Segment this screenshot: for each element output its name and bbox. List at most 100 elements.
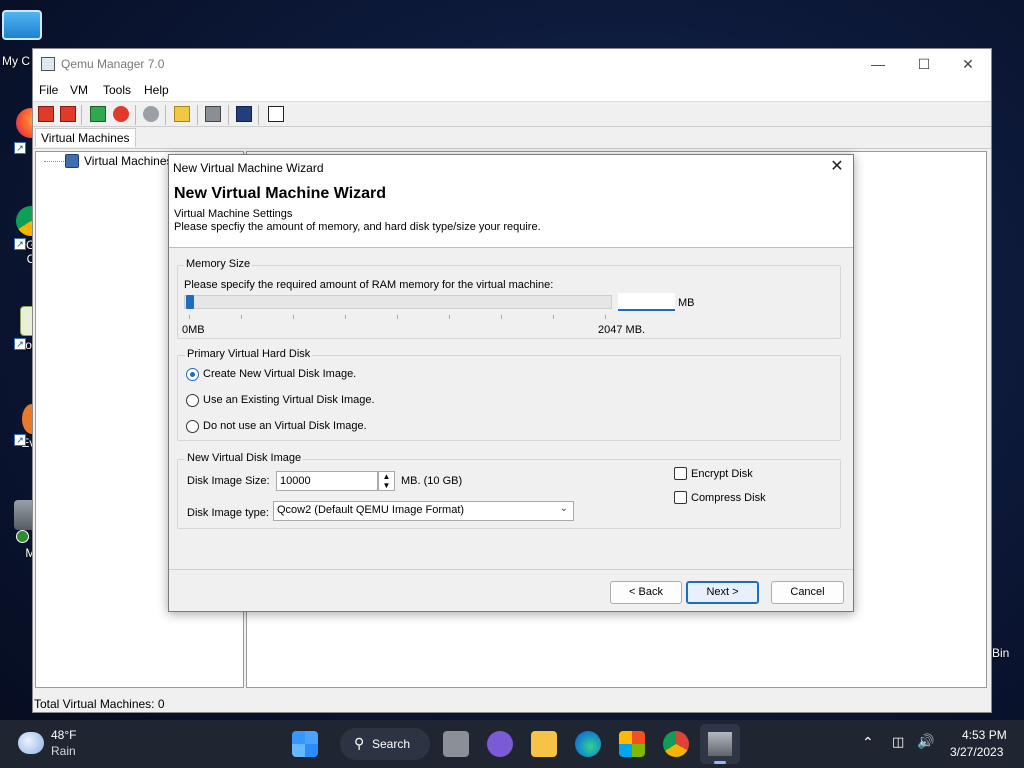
wizard-header: New Virtual Machine Wizard Virtual Machi… <box>169 181 853 248</box>
clock-date[interactable]: 3/27/2023 <box>950 745 1003 759</box>
toolbar-separator <box>228 105 229 125</box>
back-button[interactable]: < Back <box>610 581 682 604</box>
minimize-button[interactable]: — <box>855 49 901 79</box>
radio-button[interactable] <box>186 368 199 381</box>
tree-line <box>44 161 64 162</box>
maximize-button[interactable]: ☐ <box>901 49 947 79</box>
slider-tick <box>449 315 450 319</box>
memory-size-input[interactable] <box>618 293 675 311</box>
window-title: Qemu Manager 7.0 <box>61 57 165 71</box>
slider-tick <box>605 315 606 319</box>
disk-type-select[interactable]: Qcow2 (Default QEMU Image Format) ⌄ <box>273 501 574 521</box>
slider-tick <box>553 315 554 319</box>
new-disk-image-group-title: New Virtual Disk Image <box>185 452 304 464</box>
radio-label: Create New Virtual Disk Image. <box>203 368 357 380</box>
wizard-subheading: Virtual Machine Settings <box>174 208 293 220</box>
open-folder-icon[interactable] <box>174 106 190 122</box>
desktop-recycle-bin-label[interactable]: Bin <box>992 646 1009 660</box>
file-explorer-icon[interactable] <box>531 731 557 757</box>
weather-description[interactable]: Rain <box>51 744 76 758</box>
radio-button[interactable] <box>186 394 199 407</box>
memory-size-group: Memory Size Please specify the required … <box>177 258 841 339</box>
tab-virtual-machines[interactable]: Virtual Machines <box>35 128 136 147</box>
slider-tick <box>293 315 294 319</box>
task-view-icon[interactable] <box>443 731 469 757</box>
microsoft-store-icon[interactable] <box>619 731 645 757</box>
toolbar-separator <box>197 105 198 125</box>
edge-icon[interactable] <box>575 731 601 757</box>
memory-slider-thumb[interactable] <box>186 295 194 309</box>
memory-prompt: Please specify the required amount of RA… <box>184 279 554 291</box>
memory-max-label: 2047 MB. <box>598 324 646 336</box>
chevron-up-icon[interactable]: ⌃ <box>862 734 874 751</box>
delete-vm-icon[interactable] <box>60 106 76 122</box>
menu-file[interactable]: File <box>39 83 58 97</box>
tools-icon[interactable] <box>205 106 221 122</box>
compress-disk-label: Compress Disk <box>691 492 766 504</box>
slider-tick <box>501 315 502 319</box>
app-icon <box>41 57 55 71</box>
network-icon[interactable]: ◫ <box>892 734 904 750</box>
running-indicator <box>714 761 726 764</box>
menu-bar: File VM Tools Help <box>33 79 991 101</box>
wizard-heading: New Virtual Machine Wizard <box>174 185 387 202</box>
sync-check-icon <box>16 530 29 543</box>
disk-size-label: Disk Image Size: <box>187 475 270 487</box>
weather-temperature[interactable]: 48°F <box>51 728 76 742</box>
chat-icon[interactable] <box>487 731 513 757</box>
primary-disk-group: Primary Virtual Hard Disk Create New Vir… <box>177 348 841 441</box>
menu-vm[interactable]: VM <box>70 83 88 97</box>
disk-size-unit: MB. (10 GB) <box>401 475 463 487</box>
disk-size-spinner[interactable]: ▲ ▼ <box>378 471 395 491</box>
weather-rain-icon[interactable] <box>18 732 44 754</box>
slider-tick <box>241 315 242 319</box>
cancel-button[interactable]: Cancel <box>771 581 844 604</box>
slider-tick <box>397 315 398 319</box>
shortcut-arrow-icon: ↗ <box>14 142 26 154</box>
toolbar-separator <box>165 105 166 125</box>
close-button[interactable]: ✕ <box>945 49 991 79</box>
status-bar: Total Virtual Machines: 0 <box>33 693 991 713</box>
toolbar <box>33 101 991 127</box>
stop-vm-icon[interactable] <box>113 106 129 122</box>
compress-disk-checkbox[interactable] <box>674 491 687 504</box>
dialog-close-button[interactable]: ✕ <box>827 157 847 177</box>
menu-help[interactable]: Help <box>144 83 169 97</box>
radio-button[interactable] <box>186 420 199 433</box>
volume-icon[interactable]: 🔊 <box>917 733 934 750</box>
radio-label: Do not use an Virtual Disk Image. <box>203 420 367 432</box>
memory-slider-track[interactable] <box>184 295 612 309</box>
next-button[interactable]: Next > <box>686 581 759 604</box>
clock-time[interactable]: 4:53 PM <box>962 728 1007 742</box>
slider-tick <box>345 315 346 319</box>
windows-start-icon[interactable] <box>292 731 318 757</box>
encrypt-disk-checkbox[interactable] <box>674 467 687 480</box>
shortcut-arrow-icon: ↗ <box>14 338 26 350</box>
search-box[interactable]: ⚲ Search <box>340 728 430 760</box>
toolbar-separator <box>81 105 82 125</box>
qemu-manager-taskbar-button[interactable] <box>700 724 740 764</box>
encrypt-disk-label: Encrypt Disk <box>691 468 753 480</box>
menu-tools[interactable]: Tools <box>103 83 131 97</box>
search-label: Search <box>372 737 411 751</box>
shortcut-arrow-icon: ↗ <box>14 238 26 250</box>
start-vm-icon[interactable] <box>90 106 106 122</box>
shortcut-arrow-icon: ↗ <box>14 434 26 446</box>
qemu-icon <box>708 732 732 756</box>
search-icon: ⚲ <box>354 735 365 751</box>
disk-type-selected-value: Qcow2 (Default QEMU Image Format) <box>277 504 465 516</box>
taskbar: 48°F Rain ⚲ Search ⌃ ◫ 🔊 4:53 PM 3/27/20… <box>0 720 1024 768</box>
globe-icon[interactable] <box>143 106 159 122</box>
disk-type-label: Disk Image type: <box>187 507 269 519</box>
save-icon[interactable] <box>236 106 252 122</box>
radio-label: Use an Existing Virtual Disk Image. <box>203 394 375 406</box>
tree-root-virtual-machines[interactable]: Virtual Machines <box>84 154 173 168</box>
new-vm-icon[interactable] <box>38 106 54 122</box>
title-bar: Qemu Manager 7.0 — ☐ ✕ <box>33 49 991 79</box>
toolbar-separator <box>258 105 259 125</box>
chrome-icon[interactable] <box>663 731 689 757</box>
virtual-machines-icon <box>65 154 79 168</box>
disk-size-input[interactable] <box>276 471 378 491</box>
memory-size-group-title: Memory Size <box>184 258 253 270</box>
calculator-icon[interactable] <box>268 106 284 122</box>
